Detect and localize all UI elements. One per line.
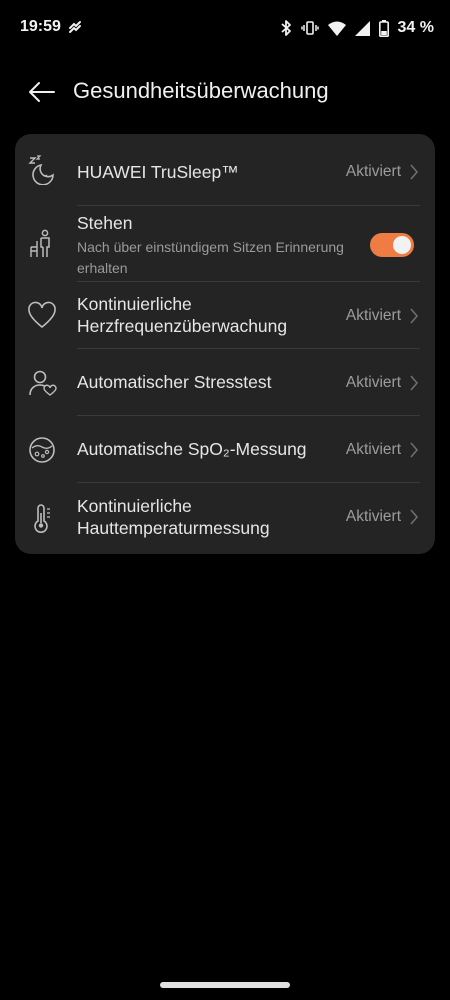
setting-title: Stehen bbox=[77, 213, 133, 233]
status-bar: 19:59 34 % bbox=[0, 0, 450, 56]
heart-icon bbox=[27, 301, 57, 331]
setting-subtitle: Nach über einstündigem Sitzen Erinnerung… bbox=[77, 239, 344, 276]
setting-stehen[interactable]: Stehen Nach über einstündigem Sitzen Eri… bbox=[15, 206, 435, 282]
setting-title: Automatischer Stresstest bbox=[77, 372, 272, 392]
blood-oxygen-icon bbox=[27, 435, 57, 465]
thermometer-icon bbox=[27, 503, 57, 533]
setting-spo2[interactable]: Automatische SpO₂-Messung Aktiviert bbox=[15, 416, 435, 483]
chevron-right-icon bbox=[410, 375, 419, 391]
vibrate-icon bbox=[300, 19, 319, 37]
link-icon bbox=[68, 20, 82, 34]
chevron-right-icon bbox=[410, 442, 419, 458]
standing-person-icon bbox=[27, 229, 57, 259]
chevron-right-icon bbox=[410, 164, 419, 180]
setting-title: HUAWEI TruSleep™ bbox=[77, 162, 239, 182]
sleep-moon-icon bbox=[27, 155, 57, 185]
setting-status: Aktiviert bbox=[345, 307, 401, 324]
setting-status: Aktiviert bbox=[345, 163, 401, 180]
signal-icon bbox=[354, 20, 370, 36]
page-title: Gesundheitsüberwachung bbox=[73, 78, 329, 103]
app-header: Gesundheitsüberwachung bbox=[0, 62, 450, 122]
setting-status: Aktiviert bbox=[345, 441, 401, 458]
stehen-toggle[interactable] bbox=[370, 233, 414, 257]
bluetooth-icon bbox=[280, 19, 292, 37]
stress-person-icon bbox=[27, 368, 57, 398]
gesture-nav-handle[interactable] bbox=[160, 982, 290, 988]
setting-skin-temperature[interactable]: Kontinuierliche Hauttemperaturmessung Ak… bbox=[15, 483, 435, 554]
setting-title: Kontinuierliche Hauttemperaturmessung bbox=[77, 496, 270, 538]
setting-title: Automatische SpO₂-Messung bbox=[77, 439, 307, 459]
setting-status: Aktiviert bbox=[345, 508, 401, 525]
setting-status: Aktiviert bbox=[345, 374, 401, 391]
battery-percentage: 34 % bbox=[397, 19, 434, 36]
status-icons: 34 % bbox=[280, 17, 434, 39]
wifi-icon bbox=[327, 21, 346, 36]
back-button[interactable] bbox=[26, 76, 58, 108]
battery-icon bbox=[378, 19, 389, 37]
back-arrow-icon bbox=[29, 82, 55, 102]
chevron-right-icon bbox=[410, 509, 419, 525]
settings-card: HUAWEI TruSleep™ Aktiviert Stehen Nach ü… bbox=[15, 134, 435, 554]
setting-heart-rate[interactable]: Kontinuierliche Herzfrequenzüberwachung … bbox=[15, 282, 435, 349]
chevron-right-icon bbox=[410, 308, 419, 324]
status-time: 19:59 bbox=[20, 18, 61, 35]
setting-title: Kontinuierliche Herzfrequenzüberwachung bbox=[77, 294, 288, 336]
setting-stress-test[interactable]: Automatischer Stresstest Aktiviert bbox=[15, 349, 435, 416]
toggle-knob bbox=[393, 236, 411, 254]
setting-trusleep[interactable]: HUAWEI TruSleep™ Aktiviert bbox=[15, 134, 435, 206]
